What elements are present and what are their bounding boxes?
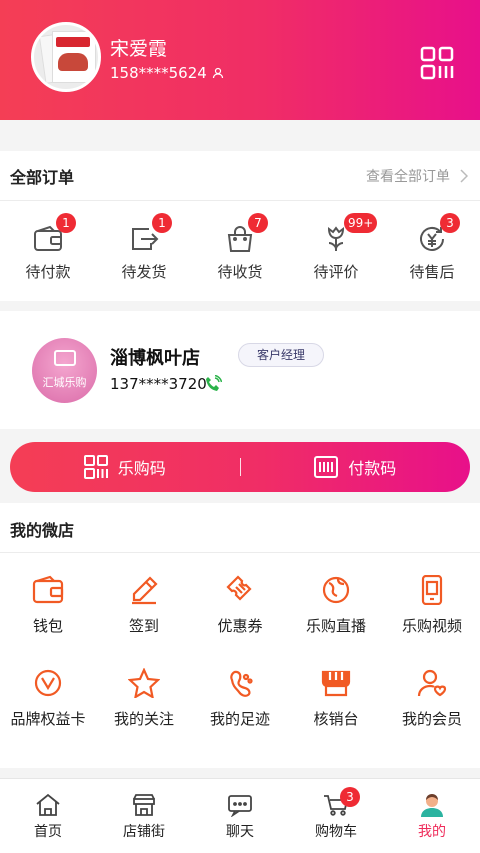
shop-item-footprint[interactable]: 我的足迹 — [192, 646, 288, 739]
shop-code-label: 乐购码 — [117, 459, 166, 478]
tab-label: 我的 — [418, 824, 446, 840]
member-icon — [417, 669, 447, 697]
phone-call-icon[interactable] — [204, 375, 222, 393]
store-icon — [133, 794, 155, 816]
footprint-icon — [230, 670, 253, 697]
shop-item-label: 品牌权益卡 — [10, 710, 86, 728]
chevron-right-icon — [460, 168, 468, 183]
shop-item-label: 核销台 — [313, 710, 359, 728]
order-item-label: 待售后 — [409, 263, 455, 281]
shop-item-coupon[interactable]: 优惠券 — [192, 553, 288, 646]
pay-code-button[interactable]: 付款码 — [241, 455, 471, 479]
wallet-icon — [32, 575, 64, 604]
shop-item-label: 签到 — [128, 617, 159, 635]
account-manager-tag: 客户经理 — [238, 343, 325, 367]
view-all-orders-label: 查看全部订单 — [366, 168, 450, 185]
qr-code-button[interactable] — [420, 46, 454, 80]
shop-item-brand-card[interactable]: 品牌权益卡 — [0, 646, 96, 739]
user-phone: 158****5624 — [110, 64, 224, 82]
qr-code-icon — [83, 455, 108, 479]
live-icon — [322, 576, 350, 604]
profile-page: 宋爱霞 158****5624 全部订单 查看全部订单 1 待付款 1 待发货 … — [0, 0, 480, 853]
order-item-label: 待评价 — [313, 263, 359, 281]
store-name: 淄博枫叶店 — [110, 348, 200, 369]
shop-item-counter[interactable]: 核销台 — [288, 646, 384, 739]
shop-item-video[interactable]: 乐购视频 — [384, 553, 480, 646]
order-after-sale[interactable]: 3 待售后 — [384, 201, 480, 301]
star-icon — [128, 668, 160, 698]
order-item-label: 待收货 — [217, 263, 263, 281]
order-badge: 7 — [248, 213, 268, 233]
micro-shop-section: 我的微店 钱包 签到 优惠券 乐购直播 乐购视频 品牌权益卡 我的关注 我的足迹… — [0, 503, 480, 768]
user-phone-text: 158****5624 — [110, 64, 207, 82]
user-name: 宋爱霞 — [110, 38, 168, 60]
order-badge: 3 — [440, 213, 460, 233]
coupon-icon — [226, 575, 252, 601]
order-badge: 1 — [152, 213, 172, 233]
shop-item-follow[interactable]: 我的关注 — [96, 646, 192, 739]
shop-item-label: 乐购直播 — [305, 617, 366, 635]
order-pending-review[interactable]: 99+ 待评价 — [288, 201, 384, 301]
shop-item-checkin[interactable]: 签到 — [96, 553, 192, 646]
user-small-icon — [212, 67, 223, 79]
store-logo-text: 汇城乐购 — [42, 376, 87, 389]
card-icon — [34, 669, 62, 697]
tab-label: 店铺街 — [123, 824, 165, 840]
order-item-label: 待付款 — [25, 263, 71, 281]
order-pending-receipt[interactable]: 7 待收货 — [192, 201, 288, 301]
shop-item-label: 我的足迹 — [209, 710, 270, 728]
orders-header: 全部订单 查看全部订单 — [0, 151, 480, 201]
video-icon — [421, 575, 443, 605]
pencil-icon — [132, 576, 158, 605]
order-badge: 1 — [56, 213, 76, 233]
shop-item-member[interactable]: 我的会员 — [384, 646, 480, 739]
qr-code-icon — [420, 46, 454, 80]
tab-label: 首页 — [34, 824, 62, 840]
order-pending-payment[interactable]: 1 待付款 — [0, 201, 96, 301]
order-item-label: 待发货 — [121, 263, 167, 281]
shop-item-wallet[interactable]: 钱包 — [0, 553, 96, 646]
tab-label: 购物车 — [315, 824, 357, 840]
shop-item-label: 优惠券 — [217, 617, 263, 635]
store-phone: 137****3720 — [110, 375, 207, 393]
shop-item-label: 我的关注 — [113, 710, 174, 728]
shop-item-label: 我的会员 — [401, 710, 462, 728]
cart-badge: 3 — [340, 787, 360, 807]
codes-bar: 乐购码 付款码 — [10, 442, 470, 492]
tab-store-street[interactable]: 店铺街 — [96, 779, 192, 853]
orders-title: 全部订单 — [10, 167, 75, 187]
micro-shop-title: 我的微店 — [0, 503, 480, 553]
shop-item-live[interactable]: 乐购直播 — [288, 553, 384, 646]
pay-code-label: 付款码 — [348, 459, 397, 478]
tab-cart[interactable]: 3 购物车 — [288, 779, 384, 853]
tab-profile[interactable]: 我的 — [384, 779, 480, 853]
tab-chat[interactable]: 聊天 — [192, 779, 288, 853]
barcode-icon — [314, 456, 339, 478]
tab-home[interactable]: 首页 — [0, 779, 96, 853]
store-card[interactable]: 汇城乐购 淄博枫叶店 客户经理 137****3720 — [0, 311, 480, 429]
counter-icon — [321, 670, 351, 697]
shop-item-label: 乐购视频 — [401, 617, 462, 635]
avatar[interactable] — [31, 22, 101, 92]
profile-header: 宋爱霞 158****5624 — [0, 0, 480, 120]
shop-code-button[interactable]: 乐购码 — [10, 455, 240, 479]
tab-label: 聊天 — [226, 824, 254, 840]
chat-icon — [228, 795, 252, 817]
order-pending-shipment[interactable]: 1 待发货 — [96, 201, 192, 301]
view-all-orders-link[interactable]: 查看全部订单 — [366, 166, 468, 186]
bottom-tab-bar: 首页 店铺街 聊天 3 购物车 我的 — [0, 778, 480, 853]
order-badge: 99+ — [344, 213, 378, 233]
orders-section: 全部订单 查看全部订单 1 待付款 1 待发货 7 待收货 99+ 待评价 3 … — [0, 151, 480, 301]
home-icon — [36, 793, 60, 816]
store-logo: 汇城乐购 — [32, 338, 97, 403]
profile-icon — [421, 794, 443, 817]
shop-item-label: 钱包 — [32, 617, 63, 635]
